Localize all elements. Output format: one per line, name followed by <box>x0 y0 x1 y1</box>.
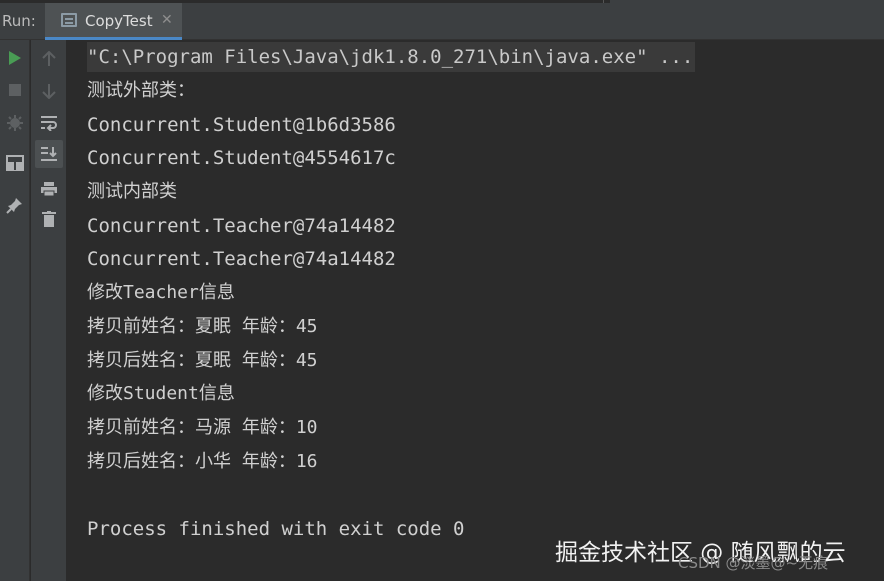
tab-title: CopyTest <box>85 12 153 30</box>
run-label: Run: <box>2 12 36 30</box>
scroll-to-end-icon[interactable] <box>35 140 63 168</box>
console-line: 测试内部类 <box>87 181 177 202</box>
console-line: 测试外部类： <box>87 80 195 101</box>
tab-copytest[interactable]: CopyTest ✕ <box>45 3 182 40</box>
print-icon[interactable] <box>38 178 60 200</box>
soft-wrap-icon[interactable] <box>38 112 60 134</box>
arrow-down-icon[interactable] <box>38 80 60 102</box>
run-icon[interactable] <box>5 48 25 68</box>
console-actions-toolbar <box>31 40 67 581</box>
console-line-exit: Process finished with exit code 0 <box>87 518 465 540</box>
console-line-command: "C:\Program Files\Java\jdk1.8.0_271\bin\… <box>87 42 696 72</box>
console-line: 修改Student信息 <box>87 383 235 404</box>
console-line: Concurrent.Student@1b6d3586 <box>87 114 396 136</box>
header-divider-right <box>610 0 884 3</box>
console-line: Concurrent.Teacher@74a14482 <box>87 248 396 270</box>
console-line: Concurrent.Teacher@74a14482 <box>87 215 396 237</box>
layout-icon[interactable] <box>4 152 26 174</box>
console-line: Concurrent.Student@4554617c <box>87 147 396 169</box>
pin-icon[interactable] <box>4 194 26 216</box>
close-icon[interactable]: ✕ <box>161 12 173 28</box>
run-actions-toolbar <box>0 40 30 581</box>
trash-icon[interactable] <box>38 208 60 230</box>
debug-bug-icon[interactable] <box>4 112 26 134</box>
run-toolwindow-header: Run: CopyTest ✕ <box>0 0 884 40</box>
console-line: 拷贝后姓名：小华 年龄：16 <box>87 451 318 472</box>
watermark-csdn: CSDN @淡墨@~无痕 <box>678 554 829 572</box>
header-divider <box>603 0 604 3</box>
arrow-up-icon[interactable] <box>38 48 60 70</box>
console-icon <box>61 13 77 27</box>
console-line: 拷贝前姓名：夏眠 年龄：45 <box>87 316 318 337</box>
console-line: 拷贝后姓名：夏眠 年龄：45 <box>87 350 318 371</box>
console-line: 拷贝前姓名：马源 年龄：10 <box>87 417 318 438</box>
stop-icon[interactable] <box>5 80 25 100</box>
console-line: 修改Teacher信息 <box>87 282 235 303</box>
